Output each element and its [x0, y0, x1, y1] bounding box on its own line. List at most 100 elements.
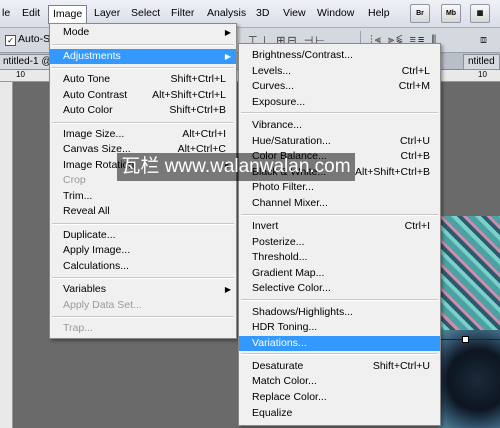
canvas-image-hair: [438, 330, 500, 428]
menu-separator: [241, 353, 438, 356]
menu-item-channel-mixer[interactable]: Channel Mixer...: [239, 196, 440, 211]
menu-item-label: Auto Tone: [63, 73, 111, 85]
menu-item-label: Mode: [63, 26, 90, 38]
menu-item-label: Reveal All: [63, 205, 110, 217]
menu-item-label: Apply Data Set...: [63, 298, 142, 311]
menu-separator: [241, 112, 438, 115]
menu-view[interactable]: View: [279, 6, 310, 21]
tab-document-2[interactable]: ntitled: [463, 54, 500, 70]
menu-item-auto-tone[interactable]: Auto Tone Shift+Ctrl+L: [50, 72, 236, 87]
menu-item-duplicate[interactable]: Duplicate...: [50, 228, 236, 243]
auto-select-checkbox[interactable]: ✓: [5, 35, 16, 46]
menu-item-exposure[interactable]: Exposure...: [239, 95, 440, 110]
menu-item-variables[interactable]: Variables ▶: [50, 282, 236, 297]
menu-item-selective-color[interactable]: Selective Color...: [239, 281, 440, 296]
menu-separator: [52, 43, 234, 46]
menu-item-label: Trap...: [63, 322, 93, 334]
menu-item-photo-filter[interactable]: Photo Filter...: [239, 180, 440, 195]
menu-filter[interactable]: Filter: [167, 6, 198, 21]
menu-item-shortcut: Ctrl+B: [400, 150, 430, 163]
menu-item-auto-contrast[interactable]: Auto Contrast Alt+Shift+Ctrl+L: [50, 88, 236, 103]
menu-item-label: Threshold...: [252, 251, 308, 264]
menu-layer[interactable]: Layer: [90, 6, 124, 21]
menu-item-label: Selective Color...: [252, 282, 331, 295]
minibridge-button[interactable]: Mb: [441, 4, 461, 23]
menu-item-label: Adjustments: [63, 49, 121, 62]
menu-item-label: Posterize...: [252, 235, 305, 248]
menu-file[interactable]: le: [0, 6, 14, 21]
adjustments-submenu: Brightness/Contrast... Levels... Ctrl+L Cur…: [238, 43, 441, 426]
menu-edit[interactable]: Edit: [18, 6, 44, 21]
menu-item-apply-image[interactable]: Apply Image...: [50, 243, 236, 258]
menu-separator: [241, 213, 438, 216]
menu-item-desaturate[interactable]: Desaturate Shift+Ctrl+U: [239, 359, 440, 374]
menu-item-shortcut: Ctrl+I: [404, 220, 430, 232]
auto-align-icon[interactable]: ⧈: [480, 34, 489, 47]
menu-item-image-size[interactable]: Image Size... Alt+Ctrl+I: [50, 127, 236, 142]
menu-item-adjustments[interactable]: Adjustments ▶: [50, 48, 236, 64]
menu-item-label: Match Color...: [252, 375, 317, 388]
menu-item-label: Shadows/Highlights...: [252, 305, 353, 318]
menu-item-label: Apply Image...: [63, 244, 131, 256]
menu-item-gradient-map[interactable]: Gradient Map...: [239, 266, 440, 281]
menu-item-label: Channel Mixer...: [252, 196, 328, 209]
menu-item-hue-saturation[interactable]: Hue/Saturation... Ctrl+U: [239, 134, 440, 149]
menu-item-label: Vibrance...: [252, 118, 303, 131]
menu-item-shortcut: Ctrl+M: [398, 80, 430, 93]
menu-item-posterize[interactable]: Posterize...: [239, 235, 440, 250]
menu-item-match-color[interactable]: Match Color...: [239, 374, 440, 389]
menu-window[interactable]: Window: [313, 6, 358, 21]
menu-item-label: Hue/Saturation...: [252, 134, 331, 147]
menu-item-trim[interactable]: Trim...: [50, 189, 236, 204]
menu-item-hdr-toning[interactable]: HDR Toning...: [239, 320, 440, 335]
menu-separator: [241, 299, 438, 301]
menu-separator: [52, 121, 234, 124]
menu-item-vibrance[interactable]: Vibrance...: [239, 118, 440, 133]
menu-item-label: Auto Color: [63, 104, 113, 116]
menu-item-shortcut: Alt+Ctrl+I: [182, 127, 226, 140]
menu-item-shadows-highlights[interactable]: Shadows/Highlights...: [239, 305, 440, 320]
submenu-arrow-icon: ▶: [224, 51, 231, 61]
menu-analysis[interactable]: Analysis: [203, 6, 250, 21]
menu-item-auto-color[interactable]: Auto Color Shift+Ctrl+B: [50, 103, 236, 118]
menu-item-label: Image Size...: [63, 127, 125, 140]
vertical-ruler: [0, 82, 13, 428]
menu-item-shortcut: Alt+Shift+Ctrl+L: [152, 88, 226, 101]
menu-help[interactable]: Help: [364, 6, 394, 21]
menu-item-brightness-contrast[interactable]: Brightness/Contrast...: [239, 48, 440, 63]
menu-item-label: Curves...: [252, 80, 295, 93]
menu-item-shortcut: Ctrl+U: [399, 134, 430, 147]
menu-image[interactable]: Image: [48, 5, 88, 24]
menu-item-curves[interactable]: Curves... Ctrl+M: [239, 79, 440, 94]
menu-item-levels[interactable]: Levels... Ctrl+L: [239, 64, 440, 79]
menu-item-shortcut: Shift+Ctrl+B: [169, 104, 226, 116]
menu-item-mode[interactable]: Mode ▶: [50, 25, 236, 40]
menu-item-label: HDR Toning...: [252, 321, 318, 334]
menu-item-apply-data-set: Apply Data Set...: [50, 298, 236, 313]
grid-icon[interactable]: ▦: [470, 4, 490, 23]
transform-handle[interactable]: [462, 336, 469, 343]
menu-select[interactable]: Select: [127, 6, 164, 21]
menu-item-label: Variations...: [252, 336, 307, 349]
menu-item-label: Duplicate...: [63, 228, 116, 241]
menu-item-replace-color[interactable]: Replace Color...: [239, 390, 440, 405]
menu-separator: [52, 277, 234, 279]
submenu-arrow-icon: ▶: [224, 28, 231, 37]
menu-item-threshold[interactable]: Threshold...: [239, 250, 440, 265]
menu-item-invert[interactable]: Invert Ctrl+I: [239, 219, 440, 234]
menu-item-equalize[interactable]: Equalize: [239, 406, 440, 421]
ruler-mark-right: 10: [478, 70, 487, 79]
watermark-banner: 瓦栏 www.walanwalan.com: [117, 153, 355, 181]
menu-item-label: Trim...: [63, 189, 93, 202]
menu-item-label: Desaturate: [252, 359, 304, 372]
bridge-button[interactable]: Br: [410, 4, 430, 23]
menu-item-calculations[interactable]: Calculations...: [50, 259, 236, 274]
menu-item-variations[interactable]: Variations...: [239, 335, 440, 351]
menu-separator: [52, 222, 234, 225]
menu-item-reveal-all[interactable]: Reveal All: [50, 204, 236, 219]
menu-item-label: Exposure...: [252, 95, 306, 108]
menu-item-label: Equalize: [252, 406, 293, 419]
menu-item-shortcut: Shift+Ctrl+L: [170, 73, 226, 85]
ruler-mark-left: 10: [16, 70, 25, 79]
menu-3d[interactable]: 3D: [252, 6, 273, 21]
